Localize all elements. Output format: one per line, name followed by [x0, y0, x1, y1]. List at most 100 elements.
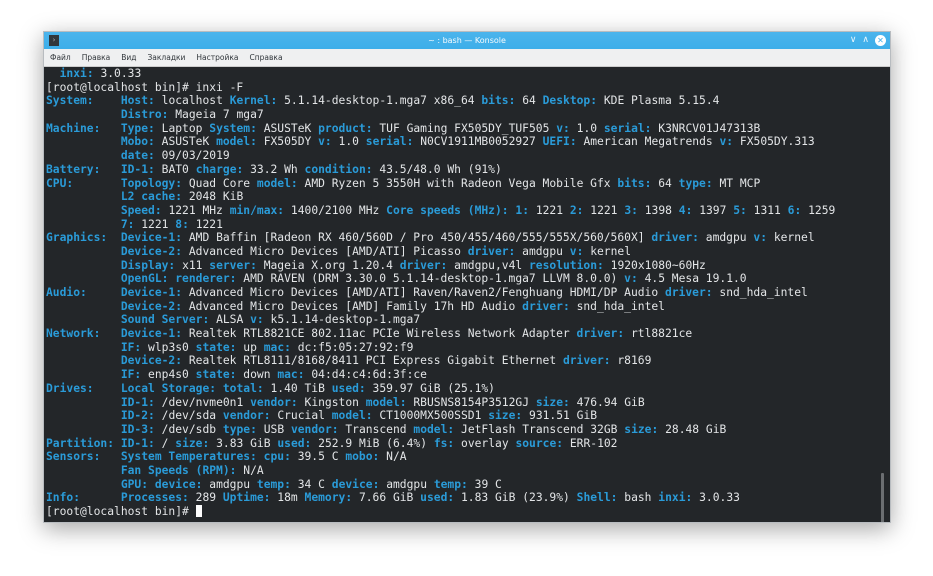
field-value: 34 C — [297, 477, 325, 491]
field-key: inxi: — [59, 67, 94, 80]
field-value: 1221 — [590, 203, 618, 217]
field-key: mobo: — [345, 450, 380, 464]
field-key: L2 cache: — [120, 190, 183, 204]
field-key: Device-1: — [120, 286, 183, 299]
field-key: 2: — [569, 203, 584, 217]
menu-help[interactable]: Справка — [250, 53, 283, 62]
field-value: American Megatrends — [583, 135, 713, 149]
field-value: amdgpu — [386, 477, 427, 491]
menu-file[interactable]: Файл — [50, 53, 71, 62]
field-value: 1920x1080~60Hz — [610, 258, 706, 272]
field-value: 1311 — [753, 203, 781, 217]
field-key: model: — [331, 409, 373, 423]
field-key: 5: — [733, 203, 747, 217]
field-key: ID-1: — [120, 436, 155, 450]
prompt-line: [root@localhost bin]# — [46, 505, 835, 519]
menu-bookmarks[interactable]: Закладки — [148, 53, 186, 62]
field-key: fs: — [433, 436, 455, 450]
output-line: ID-3: /dev/sdb type: USB vendor: Transce… — [46, 423, 835, 437]
output-line: IF: wlp3s0 state: up mac: dc:f5:05:27:92… — [46, 341, 835, 355]
output-line: OpenGL: renderer: AMD RAVEN (DRM 3.30.0 … — [46, 272, 835, 286]
field-key: 3: — [624, 203, 638, 217]
field-key: size: — [624, 422, 659, 436]
field-value: 1221 — [141, 217, 169, 231]
section-label: Graphics: — [46, 231, 108, 245]
output-line: Drives: Local Storage: total: 1.40 TiB u… — [46, 382, 835, 396]
output-line: Speed: 1221 MHz min/max: 1400/2100 MHz C… — [46, 204, 835, 218]
scrollbar[interactable] — [881, 473, 884, 522]
field-key: System Temperatures: — [120, 450, 257, 464]
menu-settings[interactable]: Настройка — [196, 53, 238, 62]
field-key: min/max: — [229, 203, 285, 217]
field-value: 64 — [522, 94, 536, 108]
window-title: ~ : bash — Konsole — [428, 36, 506, 45]
field-key: size: — [175, 436, 210, 450]
field-value: ASUSTeK — [161, 135, 210, 149]
field-key: vendor: — [290, 422, 339, 436]
field-key: vendor: — [250, 395, 298, 409]
field-value: Advanced Micro Devices [AMD] Family 17h … — [188, 299, 516, 313]
field-value: 18m — [277, 491, 298, 505]
field-value: FX505DY.313 — [739, 135, 815, 149]
field-value: 39.5 C — [297, 450, 339, 464]
field-value: Quad Core — [188, 176, 251, 190]
field-key: System: — [209, 121, 257, 135]
title-bar[interactable]: › ~ : bash — Konsole ∨ ∧ ✕ — [44, 32, 890, 49]
output-line: GPU: device: amdgpu temp: 34 C device: a… — [46, 478, 835, 492]
field-value: K3NRCV01J47313B — [658, 121, 761, 135]
field-key: Core speeds (MHz): — [386, 203, 509, 217]
field-value: 1221 — [535, 203, 564, 217]
field-key: type: — [678, 176, 713, 190]
output-line: Device-2: Realtek RTL8111/8168/8411 PCI … — [46, 354, 835, 368]
field-value: 1400/2100 MHz — [290, 203, 380, 217]
field-value: amdgpu — [209, 477, 251, 491]
output-line: L2 cache: 2048 KiB — [46, 190, 835, 204]
field-key: Device-1: — [120, 327, 183, 341]
field-value: /dev/sdb — [161, 422, 217, 436]
field-value: k5.1.14-desktop-1.mga7 — [270, 313, 421, 327]
maximize-button[interactable]: ∧ — [862, 32, 869, 49]
section-label: CPU: — [46, 176, 74, 190]
terminal-icon[interactable]: › — [49, 35, 59, 46]
field-key: device: — [331, 477, 380, 491]
output-line: Graphics: Device-1: AMD Baffin [Radeon R… — [46, 231, 835, 245]
menu-edit[interactable]: Правка — [82, 53, 111, 62]
field-key: IF: — [120, 368, 142, 382]
field-value: r8169 — [617, 354, 652, 368]
field-key: ID-1: — [120, 162, 155, 176]
field-key: v: — [318, 135, 332, 149]
field-key: ID-3: — [120, 422, 155, 436]
field-key: model: — [365, 395, 407, 409]
close-button[interactable]: ✕ — [875, 35, 886, 46]
field-value: /dev/sda — [161, 409, 217, 423]
field-value: AMD Ryzen 5 3550H with Radeon Vega Mobil… — [304, 176, 611, 190]
field-value: rtl8821ce — [630, 327, 693, 341]
terminal-output[interactable]: inxi: 3.0.33 [root@localhost bin]# inxi -… — [44, 67, 890, 522]
section-label: Partition: — [46, 436, 115, 450]
output-line: CPU: Topology: Quad Core model: AMD Ryze… — [46, 177, 835, 191]
menu-view[interactable]: Вид — [121, 53, 136, 62]
field-value: Advanced Micro Devices [AMD/ATI] Picasso — [188, 244, 461, 258]
field-value: Crucial — [277, 409, 325, 423]
field-value: 359.97 GiB (25.1%) — [372, 381, 495, 395]
field-key: driver: — [651, 231, 699, 245]
field-value: MT MCP — [719, 176, 761, 190]
field-key: model: — [216, 135, 257, 149]
field-key: v: — [753, 231, 768, 245]
field-key: driver: — [467, 244, 516, 258]
field-key: Host: — [120, 94, 155, 108]
output-line: Mobo: ASUSTeK model: FX505DY v: 1.0 seri… — [46, 135, 835, 149]
section-label: System: — [46, 94, 94, 108]
field-value: USB — [263, 422, 285, 436]
minimize-button[interactable]: ∨ — [850, 32, 857, 49]
field-key: v: — [250, 313, 264, 327]
output-line: Fan Speeds (RPM): N/A — [46, 464, 835, 478]
field-key: Device-2: — [120, 299, 183, 313]
output-line: System: Host: localhost Kernel: 5.1.14-d… — [46, 94, 835, 108]
field-key: v: — [556, 121, 570, 135]
field-key: device: — [154, 477, 203, 491]
field-value: 09/03/2019 — [161, 149, 230, 163]
field-value: kernel — [590, 244, 632, 258]
field-key: Uptime: — [222, 491, 271, 505]
field-value: kernel — [773, 231, 815, 245]
